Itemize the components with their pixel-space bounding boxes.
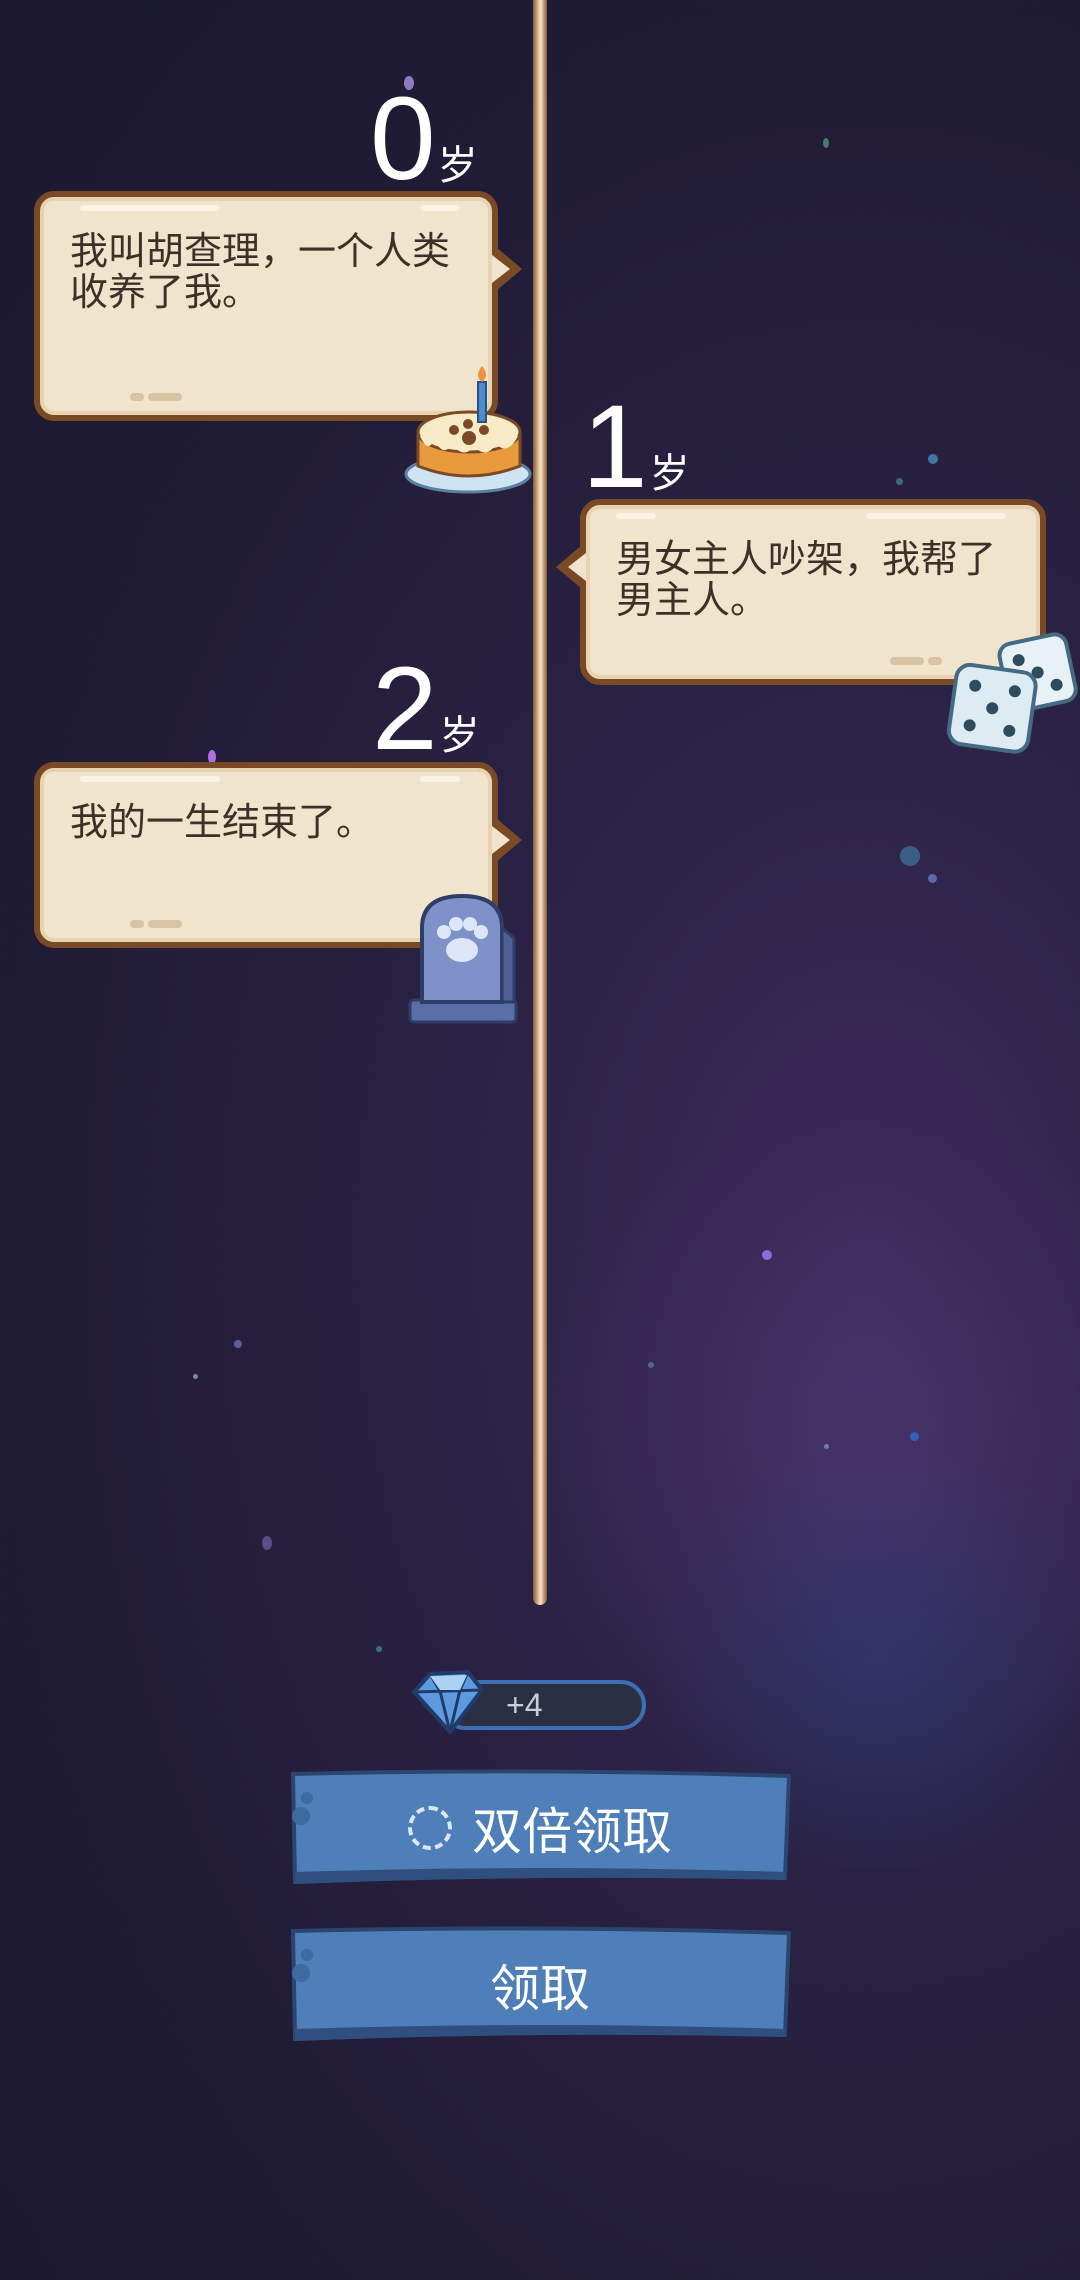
event-text: 我的一生结束了。 bbox=[70, 800, 375, 844]
star bbox=[262, 1536, 272, 1550]
age-number: 1 bbox=[582, 381, 648, 513]
age-unit: 岁 bbox=[437, 144, 478, 188]
age-unit: 岁 bbox=[439, 714, 480, 758]
star bbox=[928, 874, 937, 883]
loading-spinner-icon bbox=[408, 1806, 452, 1850]
star bbox=[823, 138, 829, 148]
claim-label: 领取 bbox=[490, 1960, 590, 2018]
age-unit: 岁 bbox=[649, 452, 690, 496]
star bbox=[648, 1362, 654, 1368]
gem-icon bbox=[410, 1668, 486, 1736]
age-number: 0 bbox=[370, 73, 436, 205]
star bbox=[896, 478, 903, 485]
paw-tombstone-icon bbox=[404, 888, 524, 1028]
dice-icon bbox=[944, 624, 1080, 754]
star bbox=[928, 454, 938, 464]
star bbox=[910, 1432, 919, 1441]
claim-button[interactable]: 领取 bbox=[285, 1925, 795, 2045]
star bbox=[824, 1444, 829, 1449]
double-claim-label: 双倍领取 bbox=[472, 1803, 672, 1861]
star bbox=[193, 1374, 198, 1379]
age-label-1: 1岁 bbox=[582, 388, 690, 506]
star bbox=[900, 846, 920, 866]
age-label-2: 2岁 bbox=[372, 650, 480, 768]
double-claim-button[interactable]: 双倍领取 bbox=[285, 1768, 795, 1888]
star bbox=[762, 1250, 772, 1260]
birthday-cake-icon bbox=[404, 362, 540, 498]
reward-amount: +4 bbox=[506, 1687, 543, 1723]
event-text: 男女主人吵架，我帮了男主人。 bbox=[616, 537, 997, 622]
star bbox=[234, 1340, 242, 1348]
age-label-0: 0岁 bbox=[370, 80, 478, 198]
event-text: 我叫胡查理，一个人类收养了我。 bbox=[70, 229, 451, 314]
timeline-line bbox=[533, 0, 547, 1605]
age-number: 2 bbox=[372, 643, 438, 775]
star bbox=[376, 1646, 382, 1652]
